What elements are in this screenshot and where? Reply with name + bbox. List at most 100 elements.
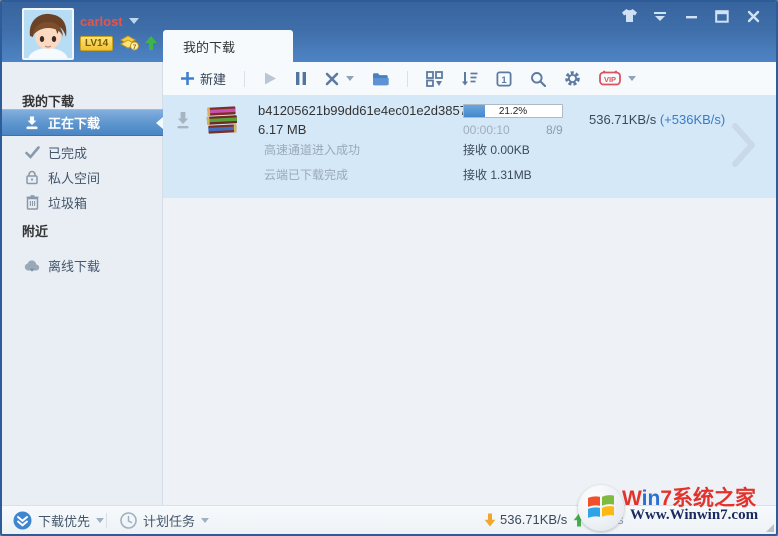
tab-label: 我的下载 bbox=[183, 39, 236, 55]
winwin7-watermark: Win7系统之家 Www.Winwin7.com bbox=[578, 482, 776, 532]
vip-button[interactable]: VIP bbox=[595, 67, 640, 90]
download-filesize: 6.17 MB bbox=[258, 122, 307, 137]
watermark-url: Www.Winwin7.com bbox=[630, 507, 759, 523]
sidebar-item-completed[interactable]: 已完成 bbox=[2, 140, 163, 165]
schedule-label: 计划任务 bbox=[143, 514, 196, 529]
rar-file-icon bbox=[204, 103, 240, 144]
elapsed-time: 00:00:10 bbox=[463, 123, 510, 137]
sort-button[interactable] bbox=[457, 68, 482, 89]
download-icon bbox=[24, 115, 40, 131]
minimize-button[interactable] bbox=[682, 7, 700, 25]
boost-speed: (+536KB/s) bbox=[659, 112, 726, 127]
app-window: carlost LV14 7 我的下载 我的下载 正在下载 已完成 私人空间 垃… bbox=[0, 0, 778, 536]
maximize-icon bbox=[715, 9, 729, 23]
status-line-1: 高速通道进入成功 bbox=[264, 143, 361, 157]
sidebar-item-label: 已完成 bbox=[48, 146, 88, 161]
play-icon bbox=[265, 72, 277, 85]
username-label: carlost bbox=[80, 14, 123, 29]
resize-grip[interactable] bbox=[766, 524, 774, 532]
grid-view-icon bbox=[426, 70, 443, 87]
delete-button[interactable] bbox=[321, 69, 358, 89]
new-task-label: 新建 bbox=[200, 72, 227, 87]
chunk-counter: 8/9 bbox=[546, 123, 563, 137]
settings-button[interactable] bbox=[560, 67, 585, 90]
received-line-1: 接收 0.00KB bbox=[463, 143, 530, 157]
priority-icon bbox=[13, 511, 32, 530]
tab-my-downloads[interactable]: 我的下载 bbox=[163, 30, 293, 62]
chevron-down-icon bbox=[96, 518, 105, 523]
menu-icon bbox=[654, 12, 666, 21]
sidebar-item-trash[interactable]: 垃圾箱 bbox=[2, 190, 163, 215]
scheduled-tasks-menu[interactable]: 计划任务 bbox=[120, 511, 210, 530]
gear-icon bbox=[565, 71, 580, 86]
sidebar-item-private-space[interactable]: 私人空间 bbox=[2, 165, 163, 190]
trash-icon bbox=[24, 195, 40, 211]
open-folder-button[interactable] bbox=[368, 69, 393, 89]
clock-icon bbox=[120, 512, 137, 529]
close-button[interactable] bbox=[744, 7, 762, 25]
downloading-state-icon bbox=[175, 111, 191, 134]
sidebar-item-label: 垃圾箱 bbox=[48, 196, 88, 211]
chevron-down-icon bbox=[628, 76, 637, 81]
username-menu[interactable]: carlost bbox=[80, 14, 139, 29]
chevron-down-icon bbox=[346, 76, 355, 81]
chevron-down-icon bbox=[128, 18, 139, 24]
main-panel: 新建 1 VIP b41205621b99dd61e4ec01e2d3857..… bbox=[163, 62, 776, 505]
status-line-2: 云端已下载完成 bbox=[264, 168, 349, 182]
sidebar-item-downloading[interactable]: 正在下载 bbox=[2, 109, 163, 136]
expand-chevron-icon[interactable] bbox=[730, 121, 758, 174]
sidebar-item-offline-download[interactable]: 离线下载 bbox=[2, 253, 163, 278]
pause-icon bbox=[296, 72, 307, 85]
download-filename: b41205621b99dd61e4ec01e2d3857... bbox=[258, 103, 463, 118]
close-icon bbox=[747, 10, 759, 22]
toolbar: 新建 1 VIP bbox=[163, 62, 776, 95]
windows-logo-icon bbox=[578, 485, 624, 531]
sidebar-group-nearby: 附近 bbox=[22, 224, 49, 239]
speed-value: 536.71KB/s bbox=[589, 112, 657, 127]
diamond-icon[interactable]: 7 bbox=[119, 35, 140, 56]
sidebar-item-label: 正在下载 bbox=[48, 116, 101, 131]
diamond-count: 7 bbox=[133, 44, 137, 51]
down-speed-value: 536.71KB/s bbox=[500, 512, 568, 527]
shirt-icon bbox=[621, 9, 637, 22]
limit-one-icon: 1 bbox=[496, 70, 512, 86]
received-line-2: 接收 1.31MB bbox=[463, 168, 532, 182]
sidebar-group-my-downloads: 我的下载 bbox=[22, 94, 75, 109]
search-icon bbox=[531, 71, 547, 87]
svg-text:1: 1 bbox=[501, 74, 507, 85]
pause-button[interactable] bbox=[291, 68, 311, 89]
main-menu-button[interactable] bbox=[651, 7, 669, 25]
check-icon bbox=[24, 145, 40, 161]
sidebar-item-label: 私人空间 bbox=[48, 171, 101, 186]
folder-icon bbox=[373, 72, 389, 85]
download-priority-menu[interactable]: 下载优先 bbox=[13, 511, 105, 530]
minimize-icon bbox=[685, 15, 697, 18]
delete-x-icon bbox=[325, 72, 339, 85]
lock-icon bbox=[24, 170, 40, 186]
progress-bar: 21.2% bbox=[463, 104, 563, 118]
title-bar: carlost LV14 7 bbox=[2, 2, 776, 62]
task-limit-button[interactable]: 1 bbox=[492, 68, 516, 90]
maximize-button[interactable] bbox=[713, 7, 731, 25]
level-up-arrow-icon bbox=[145, 36, 157, 56]
down-arrow-icon bbox=[484, 513, 496, 526]
view-mode-button[interactable] bbox=[422, 68, 447, 90]
divider bbox=[244, 70, 246, 87]
divider bbox=[106, 513, 107, 528]
cloud-download-icon bbox=[24, 258, 40, 274]
active-notch bbox=[156, 117, 163, 129]
global-down-speed: 536.71KB/s bbox=[484, 512, 567, 527]
vip-icon: VIP bbox=[599, 70, 621, 86]
download-task-row[interactable]: b41205621b99dd61e4ec01e2d3857... 6.17 MB… bbox=[163, 95, 776, 198]
divider bbox=[407, 70, 409, 87]
vip-label: VIP bbox=[604, 75, 616, 84]
start-button[interactable] bbox=[259, 68, 281, 89]
priority-label: 下载优先 bbox=[38, 514, 91, 529]
skin-button[interactable] bbox=[620, 7, 638, 25]
search-button[interactable] bbox=[526, 68, 550, 90]
new-task-button[interactable]: 新建 bbox=[175, 66, 230, 91]
level-badge[interactable]: LV14 bbox=[80, 36, 114, 51]
download-speed: 536.71KB/s (+536KB/s) bbox=[589, 112, 725, 127]
sidebar: 我的下载 正在下载 已完成 私人空间 垃圾箱 附近 离线下载 bbox=[2, 62, 163, 505]
avatar[interactable] bbox=[22, 8, 74, 60]
